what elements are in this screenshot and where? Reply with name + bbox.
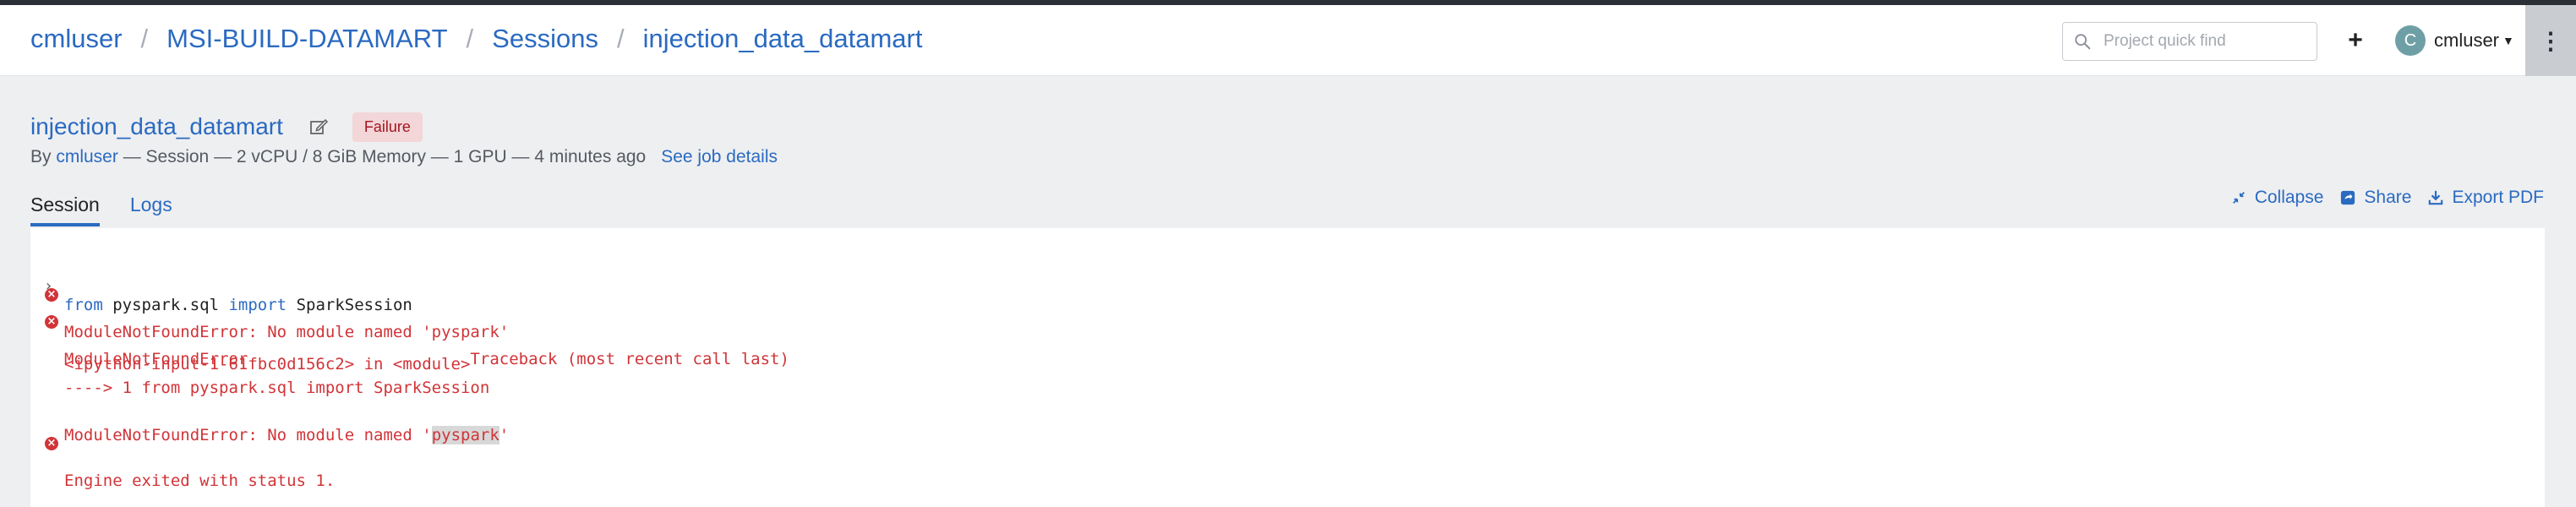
breadcrumb-user[interactable]: cmluser — [30, 24, 123, 54]
code-keyword: import — [228, 296, 287, 314]
breadcrumb-separator: / — [616, 24, 625, 53]
breadcrumb-session[interactable]: injection_data_datamart — [643, 24, 923, 54]
code-module: pyspark.sql — [102, 296, 229, 314]
collapse-icon — [2232, 192, 2245, 204]
see-job-details-link[interactable]: See job details — [661, 147, 778, 166]
breadcrumb-separator: / — [466, 24, 474, 53]
code-name: SparkSession — [287, 296, 412, 314]
error-text: ModuleNotFoundError: No module named 'py… — [64, 323, 510, 341]
exit-line: × Engine exited with status 1. — [45, 434, 335, 507]
project-quick-find[interactable] — [2062, 22, 2317, 61]
share-icon — [2341, 190, 2355, 205]
error-icon: × — [45, 288, 58, 302]
traceback-text: ----> 1 from pyspark.sql import SparkSes… — [64, 379, 490, 397]
meta-details: — Session — 2 vCPU / 8 GiB Memory — 1 GP… — [117, 147, 647, 166]
exit-text: Engine exited with status 1. — [64, 472, 336, 490]
status-badge: Failure — [352, 112, 423, 142]
traceback-final: ModuleNotFoundError: No module named 'py… — [64, 426, 509, 444]
app-header: cmluser / MSI-BUILD-DATAMART / Sessions … — [0, 5, 2576, 76]
edit-icon[interactable] — [308, 117, 329, 137]
export-pdf-label: Export PDF — [2452, 188, 2544, 207]
session-meta: By cmluser — Session — 2 vCPU / 8 GiB Me… — [30, 147, 778, 167]
kebab-icon[interactable]: ⋮ — [2525, 5, 2576, 76]
user-menu[interactable]: C cmluser ▼ — [2395, 24, 2514, 57]
username: cmluser — [2434, 30, 2500, 51]
traceback-final-post: ' — [499, 426, 510, 444]
session-tabs: Session Logs — [30, 191, 203, 226]
tab-session[interactable]: Session — [30, 191, 100, 226]
export-pdf-button[interactable]: Export PDF — [2428, 188, 2544, 208]
breadcrumb-sessions[interactable]: Sessions — [492, 24, 598, 54]
plus-icon[interactable]: + — [2343, 25, 2368, 56]
tab-logs[interactable]: Logs — [130, 191, 172, 226]
page-title: injection_data_datamart — [30, 113, 283, 139]
meta-by: By — [30, 147, 57, 166]
error-icon: × — [45, 315, 58, 329]
meta-user-link[interactable]: cmluser — [56, 147, 118, 166]
share-button[interactable]: Share — [2340, 188, 2411, 208]
session-console: › from pyspark.sql import SparkSession ×… — [30, 228, 2545, 507]
breadcrumb: cmluser / MSI-BUILD-DATAMART / Sessions … — [30, 22, 922, 56]
download-icon — [2429, 190, 2443, 205]
avatar: C — [2395, 25, 2426, 56]
session-title-row: injection_data_datamart Failure — [30, 112, 423, 142]
breadcrumb-project[interactable]: MSI-BUILD-DATAMART — [166, 24, 447, 54]
highlighted-text: pyspark — [431, 426, 499, 444]
traceback-final-pre: ModuleNotFoundError: No module named ' — [64, 426, 432, 444]
collapse-label: Collapse — [2254, 188, 2324, 207]
chevron-down-icon: ▼ — [2502, 34, 2514, 47]
search-input[interactable] — [2104, 32, 2306, 51]
traceback-text: <ipython-input-1-61fbc0d156c2> in <modul… — [64, 355, 471, 373]
share-label: Share — [2364, 188, 2412, 207]
breadcrumb-separator: / — [140, 24, 149, 53]
error-icon: × — [45, 437, 58, 450]
input-code: from pyspark.sql import SparkSession — [64, 296, 412, 314]
collapse-button[interactable]: Collapse — [2231, 188, 2324, 208]
search-icon — [2075, 34, 2091, 50]
session-actions: Collapse Share Export PDF — [2214, 188, 2544, 208]
